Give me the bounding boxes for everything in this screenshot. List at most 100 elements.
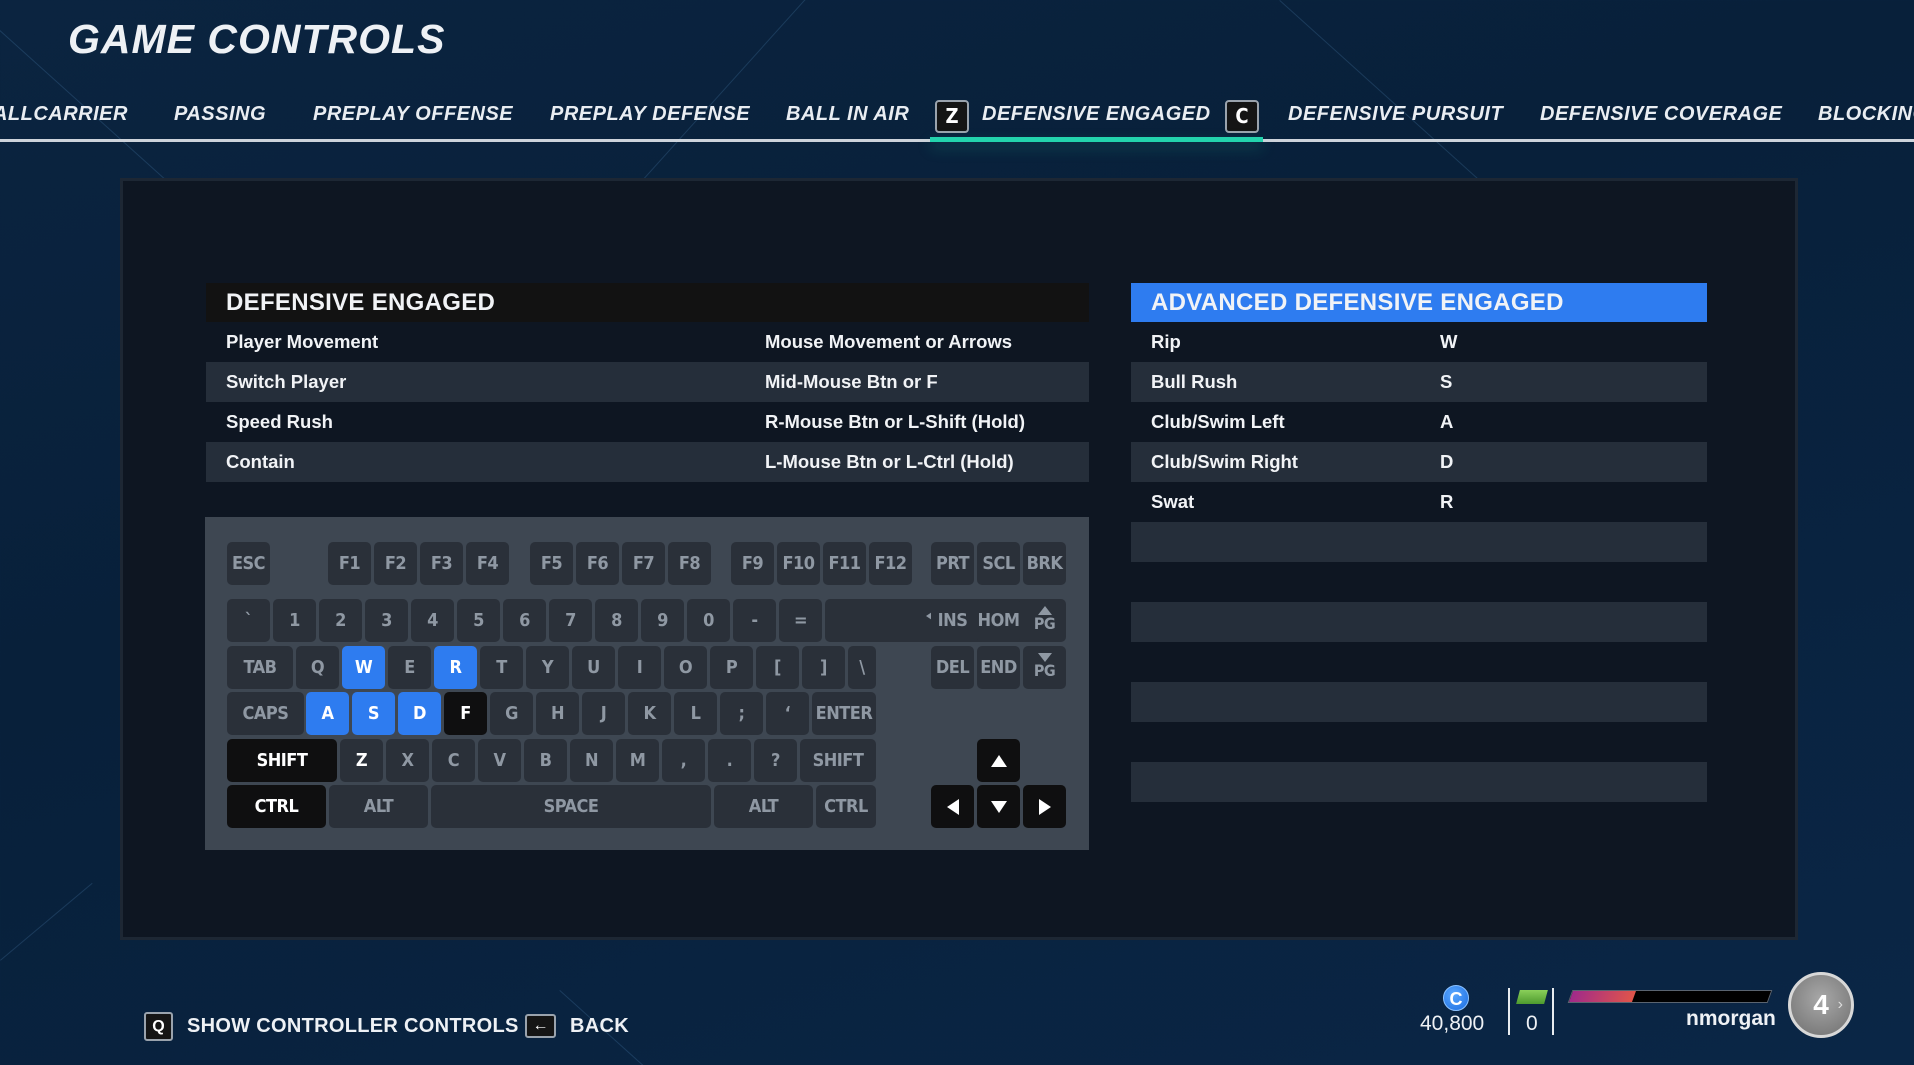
key-k: K [628, 692, 671, 735]
table-row [1131, 522, 1707, 562]
action-label: Player Movement [226, 331, 379, 352]
tab-preplay-offense[interactable]: PREPLAY OFFENSE [313, 103, 513, 126]
arrow-up-icon [990, 755, 1007, 767]
key-n7: 7 [549, 599, 592, 642]
key-caps: CAPS [227, 692, 304, 735]
key-n4: 4 [411, 599, 454, 642]
key-prt: PRT [931, 542, 974, 585]
key-right-ctrl: CTRL [816, 785, 876, 828]
tab-blocking[interactable]: BLOCKING [1818, 103, 1914, 126]
page-down-icon [1037, 653, 1052, 662]
key-q: Q [296, 646, 339, 689]
xp-progress-bar [1567, 990, 1773, 1003]
show-controller-controls-button[interactable]: Q SHOW CONTROLLER CONTROLS [144, 1011, 519, 1041]
key-f4: F4 [466, 542, 509, 585]
key-h: H [536, 692, 579, 735]
key-brk: BRK [1023, 542, 1066, 585]
table-row: Rip W [1131, 322, 1707, 362]
key-space: SPACE [431, 785, 711, 828]
tab-passing[interactable]: PASSING [174, 103, 266, 126]
key-t: T [480, 646, 523, 689]
level-number: 4 [1813, 989, 1829, 1020]
key-right-shift: SHIFT [800, 739, 876, 782]
key-r: R [434, 646, 477, 689]
table-row: Club/Swim Left A [1131, 402, 1707, 442]
table-row: Bull Rush S [1131, 362, 1707, 402]
action-label: Bull Rush [1151, 371, 1238, 392]
key-f8: F8 [668, 542, 711, 585]
binding-value: D [1440, 451, 1454, 472]
table-row: Speed Rush R-Mouse Btn or L-Shift (Hold) [206, 402, 1089, 442]
key-y: Y [526, 646, 569, 689]
previous-tab-key-hint[interactable]: Z [935, 100, 969, 133]
key-v: V [478, 739, 521, 782]
page-up-icon [1037, 606, 1052, 615]
username: nmorgan [1686, 1007, 1776, 1030]
keyboard-diagram: ESC F1 F2 F3 F4 F5 F6 F7 F8 F9 F10 F11 F12 PRT SCL BRK `… [205, 517, 1089, 850]
key-quote: ‘ [766, 692, 809, 735]
basic-controls-table: DEFENSIVE ENGAGED Player Movement Mouse M… [206, 283, 1089, 482]
key-n1: 1 [273, 599, 316, 642]
table-row: Club/Swim Right D [1131, 442, 1707, 482]
key-f12: F12 [869, 542, 912, 585]
key-slash: ? [754, 739, 797, 782]
tab-ballcarrier[interactable]: BALLCARRIER [0, 103, 128, 126]
key-f1: F1 [328, 542, 371, 585]
key-n8: 8 [595, 599, 638, 642]
tab-defensive-pursuit[interactable]: DEFENSIVE PURSUIT [1288, 103, 1503, 126]
key-pgdn: PG [1023, 646, 1066, 689]
level-badge[interactable]: 4 › [1788, 972, 1854, 1038]
table-row [1131, 602, 1707, 642]
key-semi: ; [720, 692, 763, 735]
key-n0: 0 [687, 599, 730, 642]
tab-defensive-coverage[interactable]: DEFENSIVE COVERAGE [1540, 103, 1782, 126]
xp-progress-fill [1568, 991, 1637, 1002]
key-u: U [572, 646, 615, 689]
key-down [977, 785, 1020, 828]
tab-preplay-defense[interactable]: PREPLAY DEFENSE [550, 103, 750, 126]
key-up [977, 739, 1020, 782]
key-f2: F2 [374, 542, 417, 585]
key-n2: 2 [319, 599, 362, 642]
binding-value: W [1440, 331, 1458, 352]
key-rbr: ] [802, 646, 845, 689]
back-button[interactable]: ← BACK [525, 1011, 629, 1041]
key-a: A [306, 692, 349, 735]
tab-defensive-engaged[interactable]: DEFENSIVE ENGAGED [982, 103, 1211, 126]
key-del: DEL [931, 646, 974, 689]
key-pgup: PG [1023, 599, 1066, 642]
binding-value: L-Mouse Btn or L-Ctrl (Hold) [765, 451, 1014, 472]
key-left-ctrl: CTRL [227, 785, 326, 828]
action-label: Swat [1151, 491, 1195, 512]
key-end: END [977, 646, 1020, 689]
tab-ball-in-air[interactable]: BALL IN AIR [786, 103, 909, 126]
backspace-key-icon: ← [525, 1014, 556, 1038]
action-label: Switch Player [226, 371, 347, 392]
show-controller-controls-label: SHOW CONTROLLER CONTROLS [187, 1014, 519, 1037]
advanced-controls-table: ADVANCED DEFENSIVE ENGAGED Rip W Bull Rush… [1131, 283, 1707, 802]
key-f9: F9 [731, 542, 774, 585]
key-right-alt: ALT [714, 785, 813, 828]
binding-value: R-Mouse Btn or L-Shift (Hold) [765, 411, 1025, 432]
key-f3: F3 [420, 542, 463, 585]
key-lbr: [ [756, 646, 799, 689]
key-s: S [352, 692, 395, 735]
binding-value: Mid-Mouse Btn or F [765, 371, 938, 392]
key-n6: 6 [503, 599, 546, 642]
key-minus: - [733, 599, 776, 642]
next-tab-key-hint[interactable]: C [1225, 100, 1259, 133]
key-scl: SCL [977, 542, 1020, 585]
key-d: D [398, 692, 441, 735]
key-bslash: \ [848, 646, 876, 689]
binding-value: Mouse Movement or Arrows [765, 331, 1013, 352]
table-row: Swat R [1131, 482, 1707, 522]
action-label: Rip [1151, 331, 1181, 352]
key-grave: ` [227, 599, 270, 642]
page-title: GAME CONTROLS [68, 16, 446, 62]
key-left-alt: ALT [329, 785, 428, 828]
divider [1552, 988, 1554, 1035]
key-n9: 9 [641, 599, 684, 642]
divider [1508, 988, 1510, 1035]
key-n: N [570, 739, 613, 782]
key-c: C [432, 739, 475, 782]
